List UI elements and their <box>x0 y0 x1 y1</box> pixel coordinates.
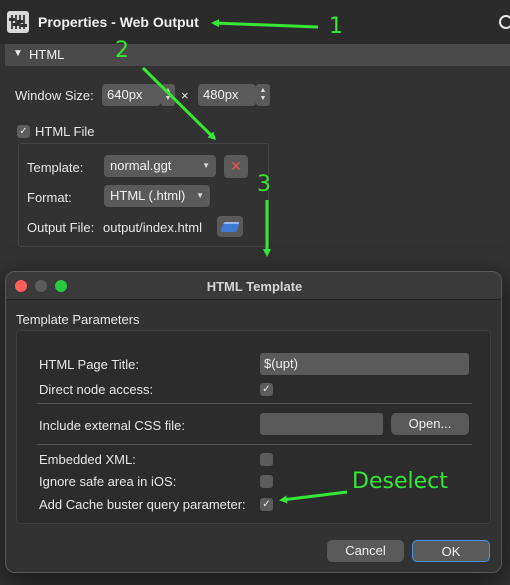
properties-title: Properties - Web Output <box>38 14 199 30</box>
format-select[interactable]: HTML (.html) ▼ <box>104 185 210 207</box>
times-label: × <box>181 88 189 103</box>
wrench-screwdriver-icon[interactable]: ✕ <box>224 155 248 178</box>
annotation-deselect: Deselect <box>352 469 448 494</box>
embedded-xml-label: Embedded XML: <box>39 452 136 467</box>
template-parameters-label: Template Parameters <box>16 312 140 327</box>
chevron-down-icon: ▼ <box>202 161 210 170</box>
template-select-value: normal.ggt <box>110 158 172 173</box>
dialog-titlebar: HTML Template <box>6 272 501 300</box>
open-button[interactable]: Open... <box>391 413 469 435</box>
window-height-input[interactable]: 480px <box>198 84 256 106</box>
properties-header: Properties - Web Output <box>0 0 510 44</box>
output-file-value: output/index.html <box>103 220 203 235</box>
separator <box>37 444 472 445</box>
annotation-3: 3 <box>257 172 271 197</box>
separator <box>37 403 472 404</box>
section-header-html[interactable]: ▼ HTML <box>5 44 510 66</box>
chevron-down-icon: ▼ <box>13 48 23 59</box>
html-template-dialog: HTML Template Template Parameters HTML P… <box>5 271 502 573</box>
cache-buster-checkbox[interactable]: ✓ <box>260 498 273 511</box>
template-label: Template: <box>27 160 84 175</box>
window-size-label: Window Size: <box>15 88 94 103</box>
section-label: HTML <box>29 47 65 62</box>
template-select[interactable]: normal.ggt ▼ <box>104 155 216 177</box>
safe-area-checkbox[interactable] <box>260 475 273 488</box>
width-stepper-icon[interactable]: ▲ ▼ <box>161 84 175 106</box>
annotation-1: 1 <box>329 14 343 39</box>
page-title-label: HTML Page Title: <box>39 357 139 372</box>
direct-node-label: Direct node access: <box>39 382 154 397</box>
annotation-2: 2 <box>115 38 129 63</box>
window-width-input[interactable]: 640px <box>102 84 161 106</box>
html-file-checkbox[interactable]: ✓ <box>17 125 30 138</box>
cancel-button[interactable]: Cancel <box>327 540 404 562</box>
sliders-icon <box>7 11 29 33</box>
dialog-title: HTML Template <box>206 279 303 294</box>
chevron-down-icon: ▼ <box>196 191 204 200</box>
output-file-label: Output File: <box>27 220 95 235</box>
template-parameters-panel: HTML Page Title: $(upt) Direct node acce… <box>16 330 491 524</box>
css-file-input[interactable] <box>260 413 383 435</box>
format-select-value: HTML (.html) <box>110 188 186 203</box>
css-file-label: Include external CSS file: <box>39 418 185 433</box>
folder-icon[interactable] <box>217 216 243 237</box>
format-label: Format: <box>27 190 72 205</box>
embedded-xml-checkbox[interactable] <box>260 453 273 466</box>
height-stepper-icon[interactable]: ▲ ▼ <box>256 84 270 106</box>
link-icon[interactable] <box>499 15 510 29</box>
cache-buster-label: Add Cache buster query parameter: <box>39 497 246 512</box>
direct-node-checkbox[interactable]: ✓ <box>260 383 273 396</box>
ok-button[interactable]: OK <box>412 540 490 562</box>
safe-area-label: Ignore safe area in iOS: <box>39 474 177 489</box>
html-file-label: HTML File <box>35 124 95 139</box>
page-title-input[interactable]: $(upt) <box>260 353 469 375</box>
